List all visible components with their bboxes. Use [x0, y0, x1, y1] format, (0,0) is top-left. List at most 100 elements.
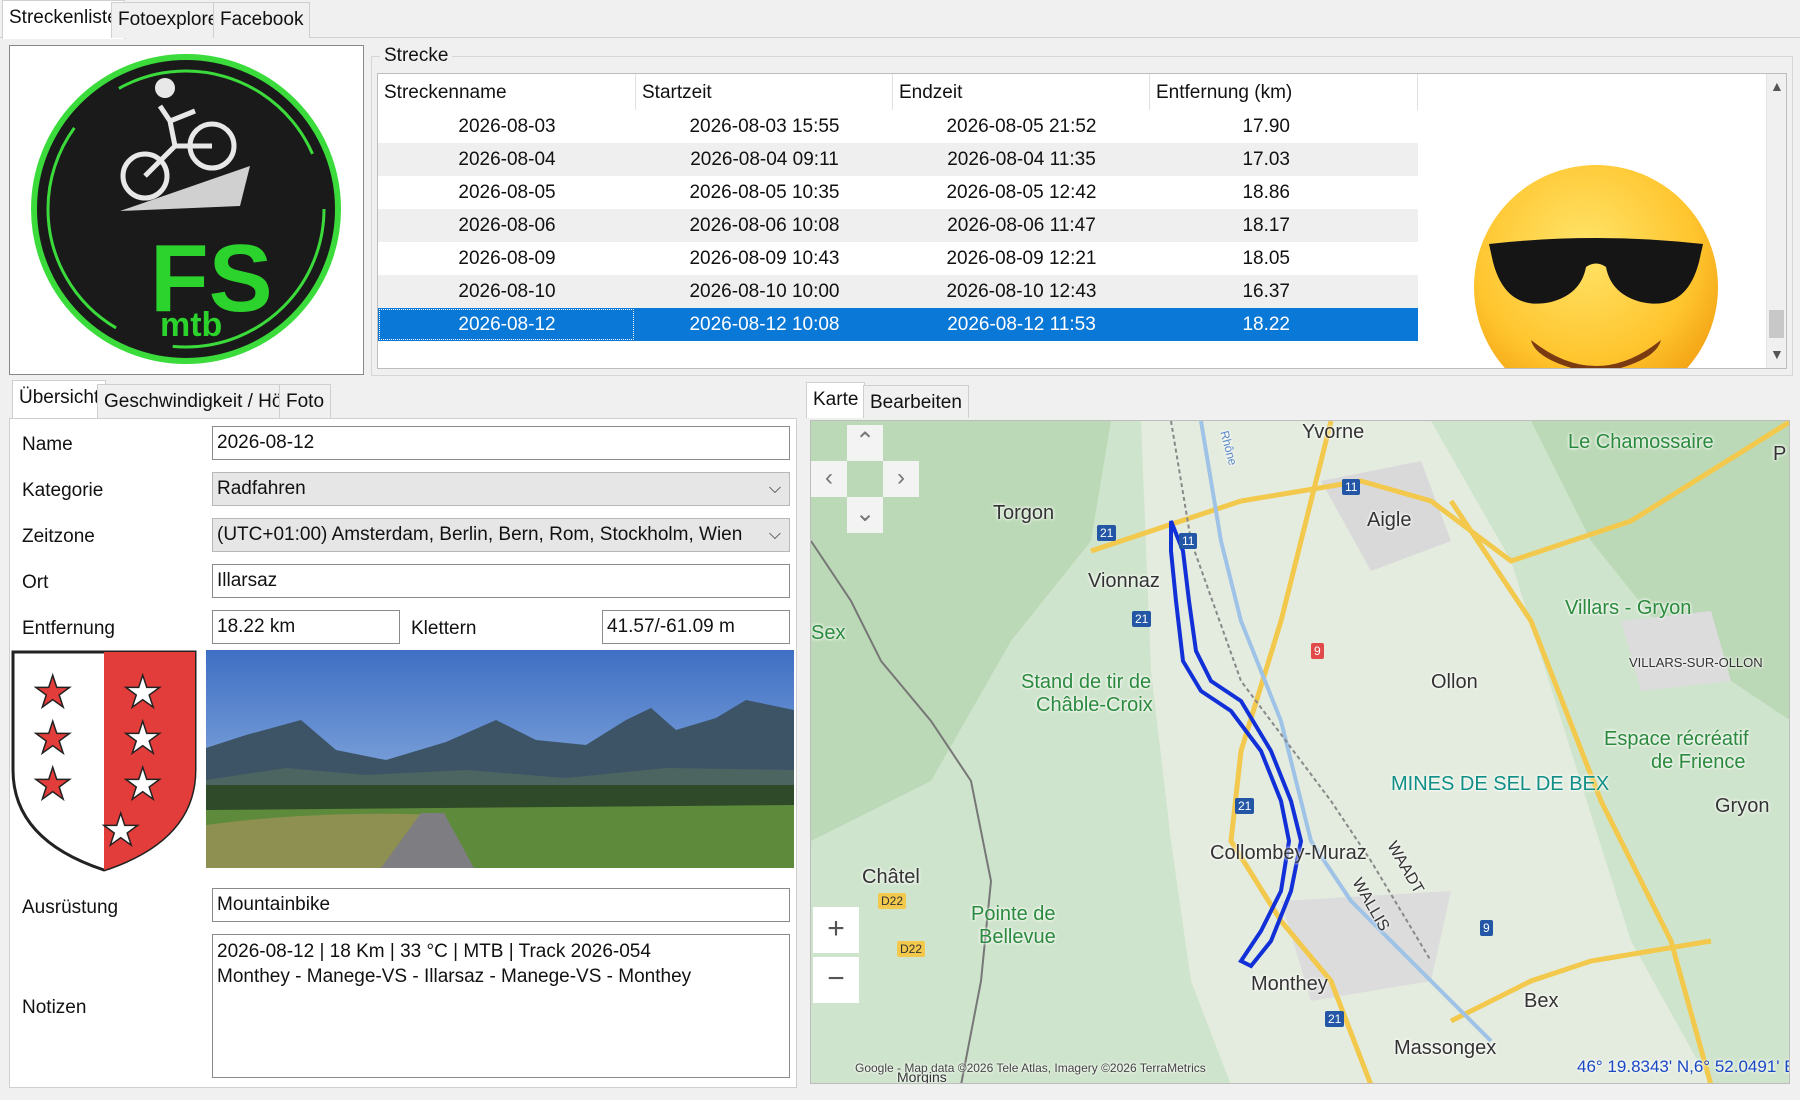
scroll-up-icon[interactable]: ▲: [1770, 78, 1784, 94]
svg-text:★: ★: [33, 667, 72, 718]
road-sign-9: 9: [1311, 643, 1324, 659]
entfernung-label: Entfernung: [22, 618, 115, 639]
svg-text:★: ★: [33, 713, 72, 764]
pan-left-icon[interactable]: ‹: [811, 461, 847, 497]
sunglasses-emoji-icon: [1474, 165, 1718, 368]
table-cell: 2026-08-04: [458, 149, 556, 170]
table-row[interactable]: 2026-08-12 2026-08-12 10:08 2026-08-12 11:…: [378, 308, 1418, 341]
zeitzone-label: Zeitzone: [22, 526, 95, 547]
table-cell: 18.05: [1242, 248, 1290, 269]
wallis-coat-of-arms: ★ ★ ★ ★ ★ ★ ★: [11, 650, 197, 872]
map-label-stand-de-tir: Stand de tir de: [1021, 671, 1152, 693]
svg-text:★: ★: [123, 759, 162, 810]
table-cell: 2026-08-05 12:42: [946, 182, 1097, 203]
tab-facebook[interactable]: Facebook: [213, 2, 311, 38]
tab-karte[interactable]: Karte: [806, 382, 866, 418]
scroll-thumb[interactable]: [1769, 310, 1784, 338]
focus-rect: [379, 309, 634, 340]
zeitzone-select[interactable]: (UTC+01:00) Amsterdam, Berlin, Bern, Rom…: [212, 518, 790, 552]
zeitzone-value: (UTC+01:00) Amsterdam, Berlin, Bern, Rom…: [217, 524, 743, 545]
map-view[interactable]: Yvorne Le Chamossaire Torgon Aigle Vionn…: [810, 420, 1790, 1084]
table-cell: 2026-08-10 10:00: [689, 281, 840, 302]
column-header-end[interactable]: Endzeit: [893, 74, 1150, 110]
track-photo: [206, 650, 794, 868]
map-label-yvorne: Yvorne: [1302, 421, 1365, 443]
name-field[interactable]: 2026-08-12: [212, 426, 790, 460]
map-label-mines-de-sel-de-bex: MINES DE SEL DE BEX: [1391, 773, 1610, 795]
pan-right-icon[interactable]: ›: [883, 461, 919, 497]
map-label-bex: Bex: [1524, 990, 1559, 1012]
column-header-name[interactable]: Streckenname: [378, 74, 636, 110]
ort-label: Ort: [22, 572, 49, 593]
tab-uebersicht[interactable]: Übersicht: [12, 380, 107, 418]
ort-field[interactable]: Illarsaz: [212, 564, 790, 598]
chevron-down-icon: ⌵: [768, 526, 781, 543]
klettern-field[interactable]: 41.57/-61.09 m: [602, 610, 790, 644]
zoom-in-button[interactable]: +: [813, 907, 859, 953]
column-header-distance[interactable]: Entfernung (km): [1150, 74, 1418, 110]
map-label-pointe-de: Pointe de: [971, 903, 1056, 925]
table-cell: 18.22: [1242, 314, 1290, 335]
pan-up-icon[interactable]: ⌃: [847, 425, 883, 461]
tab-bearbeiten[interactable]: Bearbeiten: [863, 385, 969, 418]
road-sign-11: 11: [1179, 533, 1198, 549]
map-label-le-chamossaire: Le Chamossaire: [1568, 431, 1714, 453]
svg-text:★: ★: [123, 713, 162, 764]
table-cell: 2026-08-04 11:35: [947, 149, 1096, 170]
tab-streckenliste[interactable]: Streckenliste: [2, 0, 125, 39]
svg-text:★: ★: [33, 759, 72, 810]
road-sign-d22: D22: [878, 893, 907, 909]
map-label-villars-gryon: Villars - Gryon: [1565, 597, 1692, 619]
table-row[interactable]: 2026-08-05 2026-08-05 10:35 2026-08-05 12:…: [378, 176, 1418, 209]
table-row[interactable]: 2026-08-10 2026-08-10 10:00 2026-08-10 12:…: [378, 275, 1418, 308]
chevron-down-icon: ⌵: [768, 480, 781, 497]
table-cell: 2026-08-09: [458, 248, 556, 269]
strecke-group-title: Strecke: [380, 45, 453, 67]
table-cell: 2026-08-05 21:52: [946, 116, 1097, 137]
notizen-textarea[interactable]: 2026-08-12 | 18 Km | 33 °C | MTB | Track…: [212, 934, 790, 1078]
track-table[interactable]: Streckenname Startzeit Endzeit Entfernun…: [377, 73, 1787, 369]
table-row[interactable]: 2026-08-04 2026-08-04 09:11 2026-08-04 11:…: [378, 143, 1418, 176]
map-label-collombey-muraz: Collombey-Muraz: [1210, 842, 1367, 864]
table-cell: 2026-08-04 09:11: [690, 149, 839, 170]
table-cell: 2026-08-12 10:08: [689, 314, 840, 335]
table-cell: 2026-08-06 11:47: [947, 215, 1096, 236]
entfernung-field[interactable]: 18.22 km: [212, 610, 400, 644]
fs-mtb-logo: FS mtb: [31, 54, 341, 364]
map-label-bellevue: Bellevue: [979, 926, 1056, 948]
logo-sub: mtb: [160, 306, 222, 344]
map-label-chatel: Châtel: [862, 866, 920, 888]
road-sign-21: 21: [1235, 798, 1255, 814]
table-cell: 17.03: [1242, 149, 1290, 170]
table-row[interactable]: 2026-08-06 2026-08-06 10:08 2026-08-06 11:…: [378, 209, 1418, 242]
table-cell: 2026-08-10: [458, 281, 556, 302]
table-cell: 2026-08-06 10:08: [689, 215, 840, 236]
map-label-espace-recreatif: Espace récréatif: [1604, 728, 1749, 750]
table-cell: 2026-08-05 10:35: [689, 182, 840, 203]
table-cell: 16.37: [1242, 281, 1290, 302]
table-row[interactable]: 2026-08-09 2026-08-09 10:43 2026-08-09 12:…: [378, 242, 1418, 275]
map-label-chable-croix: Châble-Croix: [1036, 694, 1153, 716]
road-sign-21: 21: [1097, 525, 1117, 541]
top-tab-bar: Streckenliste Fotoexplorer Facebook: [0, 0, 1800, 39]
map-label-massongex: Massongex: [1394, 1037, 1497, 1059]
road-sign-21: 21: [1132, 611, 1152, 627]
table-cell: 2026-08-09 12:21: [946, 248, 1097, 269]
map-label-ollon: Ollon: [1431, 671, 1478, 693]
table-row[interactable]: 2026-08-03 2026-08-03 15:55 2026-08-05 21:…: [378, 110, 1418, 143]
map-label-sex: Sex: [811, 622, 846, 644]
kategorie-select[interactable]: Radfahren ⌵: [212, 472, 790, 506]
ausruestung-field[interactable]: Mountainbike: [212, 888, 790, 922]
map-label-vionnaz: Vionnaz: [1088, 570, 1160, 592]
table-cell: 18.17: [1242, 215, 1290, 236]
pan-down-icon[interactable]: ⌄: [847, 497, 883, 533]
road-sign-9: 9: [1480, 920, 1493, 936]
map-label-p: P: [1773, 443, 1787, 465]
column-header-start[interactable]: Startzeit: [636, 74, 893, 110]
tab-foto[interactable]: Foto: [279, 384, 332, 418]
scroll-down-icon[interactable]: ▼: [1770, 346, 1784, 362]
table-cell: 17.90: [1242, 116, 1290, 137]
table-scrollbar[interactable]: ▲ ▼: [1766, 74, 1786, 368]
zoom-out-button[interactable]: −: [813, 957, 859, 1003]
table-cell: 2026-08-10 12:43: [946, 281, 1097, 302]
